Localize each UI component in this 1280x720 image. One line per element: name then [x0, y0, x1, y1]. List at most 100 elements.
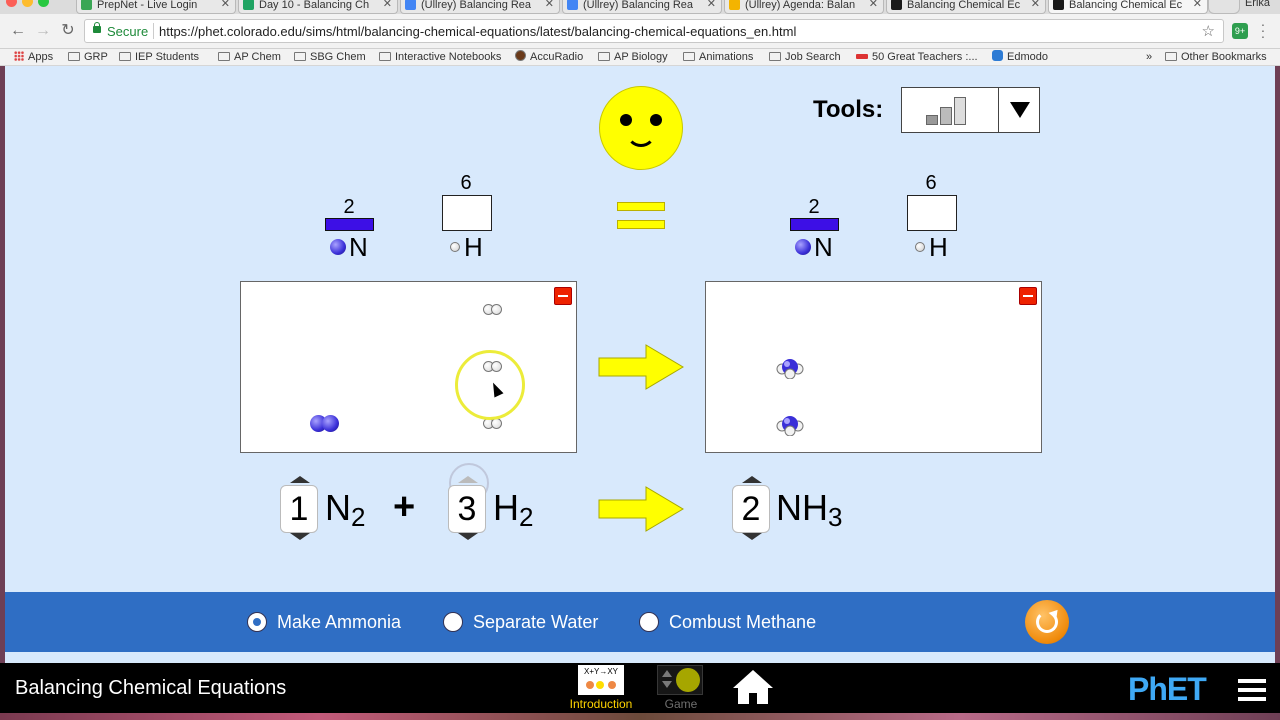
reactant-h-count: 6 [460, 172, 472, 194]
label-make-ammonia[interactable]: Make Ammonia [277, 612, 401, 633]
bookmark-item[interactable]: GRP [68, 50, 108, 64]
coefficient-n2[interactable]: 1 [280, 485, 318, 533]
h2-molecule[interactable] [483, 304, 503, 315]
close-tab-icon[interactable]: ✕ [869, 0, 878, 11]
close-tab-icon[interactable]: ✕ [707, 0, 716, 11]
bookmark-item[interactable]: AP Biology [598, 50, 668, 64]
sim-play-area: Tools: 2 N 6 H 2 N 6 H 1 N2 + 3 H2 2 NH3 [5, 66, 1275, 663]
browser-tab[interactable]: Day 10 - Balancing Ch ✕ [238, 0, 398, 14]
bookmark-item[interactable]: Interactive Notebooks [379, 50, 501, 64]
dropdown-arrow-icon[interactable] [1010, 102, 1030, 118]
home-icon[interactable] [732, 669, 774, 705]
url-field[interactable]: Secure https://phet.colorado.edu/sims/ht… [84, 19, 1224, 43]
browser-tab[interactable]: (Ullrey) Balancing Rea ✕ [562, 0, 722, 14]
reaction-selector-panel: Make Ammonia Separate Water Combust Meth… [5, 592, 1275, 652]
close-tab-icon[interactable]: ✕ [1193, 0, 1202, 11]
close-tab-icon[interactable]: ✕ [1031, 0, 1040, 11]
decrement-n2-button[interactable] [290, 533, 310, 540]
hydrogen-atom-icon [450, 242, 460, 252]
sim-bottom-strip [5, 652, 1275, 662]
increment-h2-button[interactable] [458, 476, 478, 483]
bookmark-label: AccuRadio [530, 51, 584, 63]
formula-h2: H2 [493, 487, 533, 533]
bookmark-item[interactable]: SBG Chem [294, 50, 366, 64]
bookmark-item[interactable]: Animations [683, 50, 753, 64]
reactant-n-bar [325, 218, 374, 231]
folder-icon [598, 52, 610, 61]
bookmarks-overflow-icon[interactable]: » [1146, 50, 1152, 64]
decrement-h2-button[interactable] [458, 533, 478, 540]
bookmark-label: Interactive Notebooks [395, 51, 502, 63]
bookmark-star-icon[interactable]: ☆ [1202, 22, 1215, 40]
bookmark-item[interactable]: AP Chem [218, 50, 281, 64]
folder-icon [769, 52, 781, 61]
bookmark-item[interactable]: AccuRadio [515, 50, 583, 64]
browser-tab-active[interactable]: Balancing Chemical Ec ✕ [1048, 0, 1208, 14]
coefficient-h2[interactable]: 3 [448, 485, 486, 533]
bookmark-item[interactable]: Edmodo [992, 50, 1048, 64]
browser-tab[interactable]: PrepNet - Live Login ✕ [76, 0, 236, 14]
increment-nh3-button[interactable] [742, 476, 762, 483]
folder-icon [218, 52, 230, 61]
screen-button-introduction[interactable]: X+Y→XY Introduction [570, 663, 632, 713]
browser-tab[interactable]: (Ullrey) Agenda: Balan ✕ [724, 0, 884, 14]
secure-label: Secure [107, 24, 149, 39]
close-tab-icon[interactable]: ✕ [545, 0, 554, 11]
product-h-bar [907, 195, 957, 231]
close-tab-icon[interactable]: ✕ [221, 0, 230, 11]
close-window-icon[interactable] [6, 0, 17, 7]
back-arrow-icon[interactable]: ← [9, 22, 27, 40]
browser-tab[interactable]: Balancing Chemical Ec ✕ [886, 0, 1046, 14]
browser-menu-icon[interactable]: · · · [1260, 17, 1266, 43]
coefficient-nh3[interactable]: 2 [732, 485, 770, 533]
bookmark-label: GRP [84, 51, 108, 63]
formula-subscript: 3 [828, 502, 843, 532]
bar-chart-icon-bar [940, 107, 952, 125]
phet-logo[interactable]: PhET [1128, 671, 1207, 708]
collapse-reactants-button[interactable] [554, 287, 572, 305]
radio-make-ammonia[interactable] [247, 612, 267, 632]
new-tab-button[interactable] [1208, 0, 1240, 14]
radio-combust-methane[interactable] [639, 612, 659, 632]
bookmark-label: AP Chem [234, 51, 281, 63]
radio-separate-water[interactable] [443, 612, 463, 632]
other-bookmarks[interactable]: Other Bookmarks [1165, 50, 1267, 64]
folder-icon [1165, 52, 1177, 61]
bookmark-item[interactable]: 50 Great Teachers :... [856, 50, 978, 64]
bookmark-apps[interactable]: Apps [14, 50, 53, 64]
extension-icon[interactable]: 9+ [1232, 23, 1248, 39]
increment-n2-button[interactable] [290, 476, 310, 483]
formula-subscript: 2 [351, 502, 366, 532]
screen-button-game[interactable]: Game [655, 663, 707, 713]
profile-name[interactable]: Erika [1245, 0, 1270, 9]
formula-symbol: NH [776, 487, 828, 528]
n2-molecule[interactable] [310, 415, 340, 432]
tools-dropdown[interactable] [901, 87, 1040, 133]
product-h-count: 6 [925, 172, 937, 194]
bookmark-label: Animations [699, 51, 754, 63]
phet-menu-icon[interactable] [1238, 679, 1266, 701]
bookmark-item[interactable]: IEP Students [119, 50, 199, 64]
minimize-window-icon[interactable] [22, 0, 33, 7]
collapse-products-button[interactable] [1019, 287, 1037, 305]
close-tab-icon[interactable]: ✕ [383, 0, 392, 11]
apps-grid-icon [14, 51, 24, 61]
tab-favicon [891, 0, 902, 10]
bookmark-item[interactable]: Job Search [769, 50, 841, 64]
reset-all-button[interactable] [1025, 600, 1069, 644]
reload-icon[interactable]: ↻ [59, 22, 77, 40]
label-combust-methane[interactable]: Combust Methane [669, 612, 816, 633]
product-n-bar [790, 218, 839, 231]
bookmark-label: Job Search [785, 51, 841, 63]
product-n-count: 2 [808, 196, 820, 218]
label-separate-water[interactable]: Separate Water [473, 612, 598, 633]
desktop-background-strip [0, 713, 1280, 720]
forward-arrow-icon[interactable]: → [34, 22, 52, 40]
smiley-mouth [626, 125, 656, 147]
reactants-box [240, 281, 577, 453]
folder-icon [119, 52, 131, 61]
tab-favicon [81, 0, 92, 10]
browser-tab[interactable]: (Ullrey) Balancing Rea ✕ [400, 0, 560, 14]
decrement-nh3-button[interactable] [742, 533, 762, 540]
zoom-window-icon[interactable] [38, 0, 49, 7]
